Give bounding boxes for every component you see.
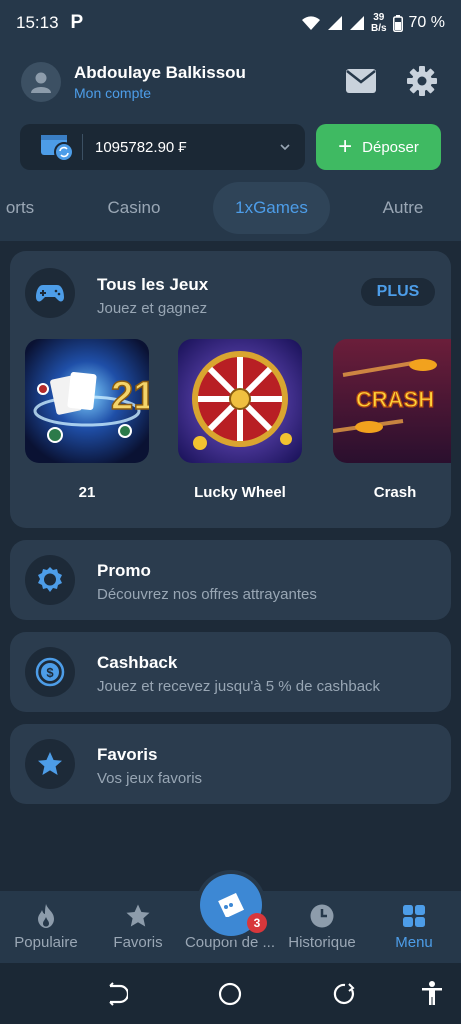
card-subtitle: Vos jeux favoris — [97, 770, 203, 787]
balance-selector[interactable]: 1095782.90 ₣ — [20, 124, 305, 170]
blackjack-21-image: 21 — [25, 339, 149, 463]
chevron-down-icon — [280, 144, 290, 151]
mail-icon[interactable] — [345, 68, 377, 94]
nav-label: Historique — [288, 934, 356, 951]
crash-image: CRASH — [333, 339, 451, 463]
gamepad-icon — [36, 285, 64, 302]
app-notification-icon: P — [70, 12, 84, 33]
recents-icon[interactable] — [333, 982, 357, 1006]
promo-card[interactable]: Promo Découvrez nos offres attrayantes — [10, 540, 451, 620]
back-icon[interactable] — [104, 982, 128, 1006]
grid-menu-icon — [403, 905, 425, 927]
tab-other[interactable]: Autre — [368, 182, 438, 234]
coupon-count-badge: 3 — [247, 913, 267, 933]
system-nav-bar — [0, 963, 461, 1024]
game-name-crash: Crash — [373, 484, 417, 501]
wallet-sync-icon — [41, 135, 74, 162]
net-speed: 39 B/s — [371, 12, 387, 34]
nav-favorites[interactable]: Favoris — [92, 891, 184, 963]
svg-text:$: $ — [46, 665, 54, 680]
net-speed-value: 39 — [373, 12, 385, 23]
tab-label: 1xGames — [235, 198, 308, 217]
net-speed-unit: B/s — [370, 23, 387, 34]
account-link[interactable]: Mon compte — [74, 85, 151, 101]
accessibility-icon[interactable] — [420, 980, 444, 1006]
favorites-icon-circle — [25, 739, 75, 789]
game-tile-lucky-wheel[interactable] — [178, 339, 302, 463]
nav-label: Coupon de ... — [184, 934, 276, 951]
nav-popular[interactable]: Populaire — [0, 891, 92, 963]
all-games-card: Tous les Jeux Jouez et gagnez PLUS 21 21 — [10, 251, 451, 528]
nav-history[interactable]: Historique — [276, 891, 368, 963]
star-icon — [126, 904, 150, 927]
tab-label: Casino — [107, 198, 161, 217]
header: Abdoulaye Balkissou Mon compte 1095782.9… — [0, 46, 461, 241]
tab-label: Autre — [382, 198, 424, 217]
card-title: Promo — [97, 561, 151, 580]
tab-casino[interactable]: Casino — [92, 182, 176, 234]
balance-amount: 1095782.90 ₣ — [95, 138, 187, 156]
tab-1xgames[interactable]: 1xGames — [213, 182, 330, 234]
gear-icon[interactable] — [406, 65, 438, 97]
game-name-lucky-wheel: Lucky Wheel — [194, 484, 286, 501]
status-time: 15:13 — [16, 13, 59, 32]
clock-icon — [310, 904, 334, 928]
nav-label: Menu — [395, 934, 433, 951]
battery-percent: 70 % — [408, 14, 445, 31]
nav-label: Favoris — [113, 934, 163, 951]
home-icon[interactable] — [218, 982, 242, 1006]
game-name-21: 21 — [78, 484, 96, 501]
card-title: Favoris — [97, 745, 158, 764]
nav-label: Populaire — [14, 934, 78, 951]
flame-icon — [38, 904, 54, 928]
promo-icon-circle — [25, 555, 75, 605]
balance-divider — [82, 134, 83, 160]
card-subtitle: Jouez et recevez jusqu'à 5 % de cashback — [97, 678, 381, 695]
gamepad-icon-circle — [25, 268, 75, 318]
cashback-icon-circle: $ — [25, 647, 75, 697]
tab-sports[interactable]: orts — [0, 182, 50, 234]
avatar[interactable] — [21, 62, 61, 102]
wifi-icon — [301, 16, 320, 30]
ticket-icon — [218, 893, 245, 917]
nav-menu[interactable]: Menu — [368, 891, 460, 963]
lucky-wheel-image — [178, 339, 302, 463]
card-title: Tous les Jeux — [97, 275, 209, 294]
game-tile-crash[interactable]: CRASH — [333, 339, 451, 463]
status-bar: 15:13 P 39 B/s 70 % — [0, 0, 461, 46]
game-tile-21[interactable]: 21 — [25, 339, 149, 463]
card-subtitle: Jouez et gagnez — [97, 300, 208, 317]
card-subtitle: Découvrez nos offres attrayantes — [97, 586, 317, 603]
card-title: Cashback — [97, 653, 178, 672]
battery-icon — [392, 14, 403, 32]
cashback-card[interactable]: $ Cashback Jouez et recevez jusqu'à 5 % … — [10, 632, 451, 712]
plus-icon: + — [338, 133, 353, 160]
more-button[interactable]: PLUS — [361, 278, 435, 306]
badge-icon — [38, 567, 62, 592]
deposit-button[interactable]: + Déposer — [316, 124, 441, 170]
user-icon — [31, 72, 51, 93]
favorites-card[interactable]: Favoris Vos jeux favoris — [10, 724, 451, 804]
signal-icon-2 — [349, 16, 364, 30]
category-tabs: orts Casino 1xGames Autre — [0, 182, 461, 234]
star-icon — [38, 752, 62, 775]
tile-crash-text: CRASH — [356, 387, 434, 412]
signal-icon — [327, 16, 342, 30]
dollar-coin-icon: $ — [35, 657, 65, 687]
tab-label: orts — [5, 198, 35, 217]
user-name: Abdoulaye Balkissou — [74, 63, 246, 82]
deposit-label: Déposer — [362, 138, 419, 156]
tile-21-text: 21 — [111, 374, 149, 418]
